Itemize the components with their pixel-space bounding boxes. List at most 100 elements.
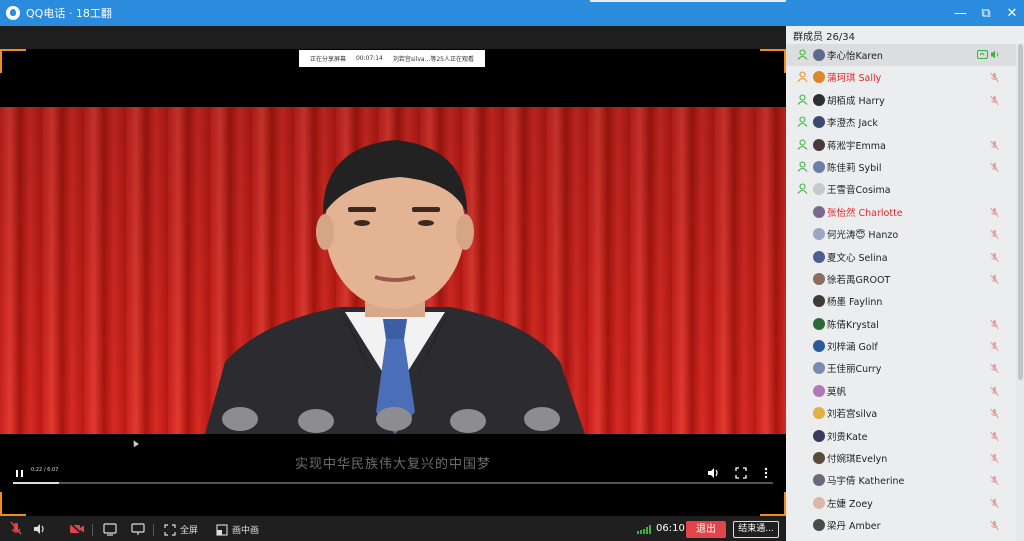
member-row[interactable]: 何光涛😇 Hanzo — [786, 223, 1016, 245]
end-call-button[interactable]: 结束通... — [733, 521, 779, 538]
member-avatar — [813, 183, 825, 196]
member-avatar — [813, 250, 825, 263]
member-avatar — [813, 93, 825, 106]
member-row[interactable]: 左婕 Zoey — [786, 492, 1016, 514]
member-avatar — [813, 474, 825, 487]
window-title: QQ电话 · 18工翻 — [26, 7, 112, 20]
share-viewers-text: 刘若宫silva...等25人正在观看 — [392, 56, 474, 63]
shared-screen-area: 正在分享屏幕 00:07:14 刘若宫silva...等25人正在观看 实现中华… — [0, 26, 786, 541]
member-name: 付婉琪Evelyn — [827, 454, 888, 466]
admin-icon — [797, 49, 808, 60]
fullscreen-button[interactable]: 全屏 — [164, 518, 198, 541]
microphone-muted-icon — [990, 162, 999, 173]
speaking-icon — [977, 50, 999, 59]
microphone-muted-icon — [990, 386, 999, 397]
share-status-text: 正在分享屏幕 — [309, 56, 346, 63]
microphone-muted-icon — [990, 319, 999, 330]
member-avatar — [813, 384, 825, 397]
member-row[interactable]: 王雪音Cosima — [786, 178, 1016, 200]
member-row[interactable]: 李澄杰 Jack — [786, 111, 1016, 133]
member-row[interactable]: 付婉琪Evelyn — [786, 447, 1016, 469]
frame-corner-bottom-right — [760, 492, 786, 516]
member-name: 李心怡Karen — [827, 51, 883, 62]
qq-logo-icon — [6, 6, 20, 20]
scrollbar-thumb[interactable] — [1018, 44, 1023, 380]
more-options-icon[interactable] — [759, 466, 773, 480]
pause-icon — [15, 469, 18, 477]
member-row[interactable]: 陈倩Krystal — [786, 313, 1016, 335]
fullscreen-icon[interactable] — [734, 466, 748, 480]
member-name: 陈佳莉 Sybil — [827, 162, 882, 174]
whiteboard-icon[interactable] — [130, 518, 146, 541]
member-name: 刘梓涵 Golf — [827, 342, 878, 354]
volume-icon[interactable] — [706, 466, 720, 480]
microphone-muted-icon[interactable] — [8, 518, 24, 541]
member-avatar — [813, 407, 825, 420]
member-row[interactable]: 蒋淞宇Emma — [786, 134, 1016, 156]
member-name: 胡栢成 Harry — [827, 95, 885, 107]
member-row[interactable]: 马宇倩 Katherine — [786, 469, 1016, 491]
member-name: 王雪音Cosima — [827, 185, 891, 197]
member-row[interactable]: 蒲珂琪 Sally — [786, 66, 1016, 88]
admin-icon — [797, 139, 808, 150]
member-avatar — [813, 272, 825, 285]
restore-button[interactable]: ⧉ — [980, 6, 992, 21]
pause-button[interactable] — [12, 466, 26, 480]
member-name: 杨墨 Faylinn — [827, 297, 883, 309]
player-controls: 0:22 / 6:07 — [0, 466, 786, 490]
member-list: 李心怡Karen 蒲珂琪 Sally 胡栢成 Harry 李澄杰 Jack 蒋淞宇Emm… — [786, 44, 1016, 537]
title-bar: QQ电话 · 18工翻 — ⧉ ✕ — [0, 0, 1024, 26]
microphone-muted-icon — [990, 408, 999, 419]
member-row[interactable]: 梁丹 Amber — [786, 514, 1016, 536]
member-name: 蒲珂琪 Sally — [827, 73, 882, 85]
member-avatar — [813, 429, 825, 442]
member-row[interactable]: 王佳丽Curry — [786, 357, 1016, 379]
member-name: 陈倩Krystal — [827, 319, 879, 331]
member-name: 何光涛😇 Hanzo — [827, 230, 899, 242]
speaker-icon[interactable] — [32, 518, 48, 541]
member-avatar — [813, 340, 825, 353]
minimize-button[interactable]: — — [954, 6, 967, 21]
frame-corner-bottom-left — [0, 492, 26, 516]
admin-icon — [797, 183, 808, 195]
member-row[interactable]: 李心怡Karen — [786, 44, 1016, 67]
member-row[interactable]: 刘若宫silva — [786, 402, 1016, 424]
member-row[interactable]: 夏文心 Selina — [786, 246, 1016, 268]
close-button[interactable]: ✕ — [1006, 6, 1018, 21]
member-row[interactable]: 张怡然 Charlotte — [786, 201, 1016, 223]
member-row[interactable]: 陈佳莉 Sybil — [786, 156, 1016, 178]
share-screen-icon[interactable] — [102, 518, 118, 541]
member-name: 马宇倩 Katherine — [827, 476, 905, 488]
member-avatar — [813, 71, 825, 84]
member-avatar — [813, 116, 825, 129]
member-row[interactable]: 杨墨 Faylinn — [786, 290, 1016, 312]
member-row[interactable]: 胡栢成 Harry — [786, 89, 1016, 111]
window-controls: — ⧉ ✕ — [954, 0, 1018, 26]
call-duration: 06:10 — [656, 523, 685, 534]
member-row[interactable]: 莫帆 — [786, 380, 1016, 402]
expand-icon — [164, 523, 176, 536]
frame-corner-top-right — [760, 49, 786, 73]
fullscreen-label: 全屏 — [180, 526, 199, 536]
member-row[interactable]: 徐若禹GROOT — [786, 268, 1016, 290]
video-content[interactable] — [0, 107, 786, 434]
microphone-muted-icon — [990, 498, 999, 509]
microphone-muted-icon — [990, 229, 999, 240]
seek-bar-progress — [13, 482, 59, 484]
microphone-muted-icon — [990, 140, 999, 150]
microphone-muted-icon — [990, 431, 999, 441]
microphone-muted-icon — [990, 252, 999, 262]
seek-bar[interactable] — [13, 482, 773, 484]
member-name: 李澄杰 Jack — [827, 118, 878, 130]
picture-in-picture-button[interactable]: 画中画 — [216, 518, 259, 541]
camera-off-icon[interactable] — [68, 518, 86, 541]
member-avatar — [813, 160, 825, 173]
member-row[interactable]: 刘贵Kate — [786, 425, 1016, 447]
member-name: 张怡然 Charlotte — [827, 207, 903, 219]
member-name: 梁丹 Amber — [827, 521, 881, 533]
admin-icon — [797, 161, 808, 172]
member-row[interactable]: 刘梓涵 Golf — [786, 335, 1016, 357]
member-list-scrollbar[interactable] — [1016, 44, 1024, 541]
member-name: 蒋淞宇Emma — [827, 140, 886, 152]
exit-button[interactable]: 退出 — [686, 521, 726, 538]
